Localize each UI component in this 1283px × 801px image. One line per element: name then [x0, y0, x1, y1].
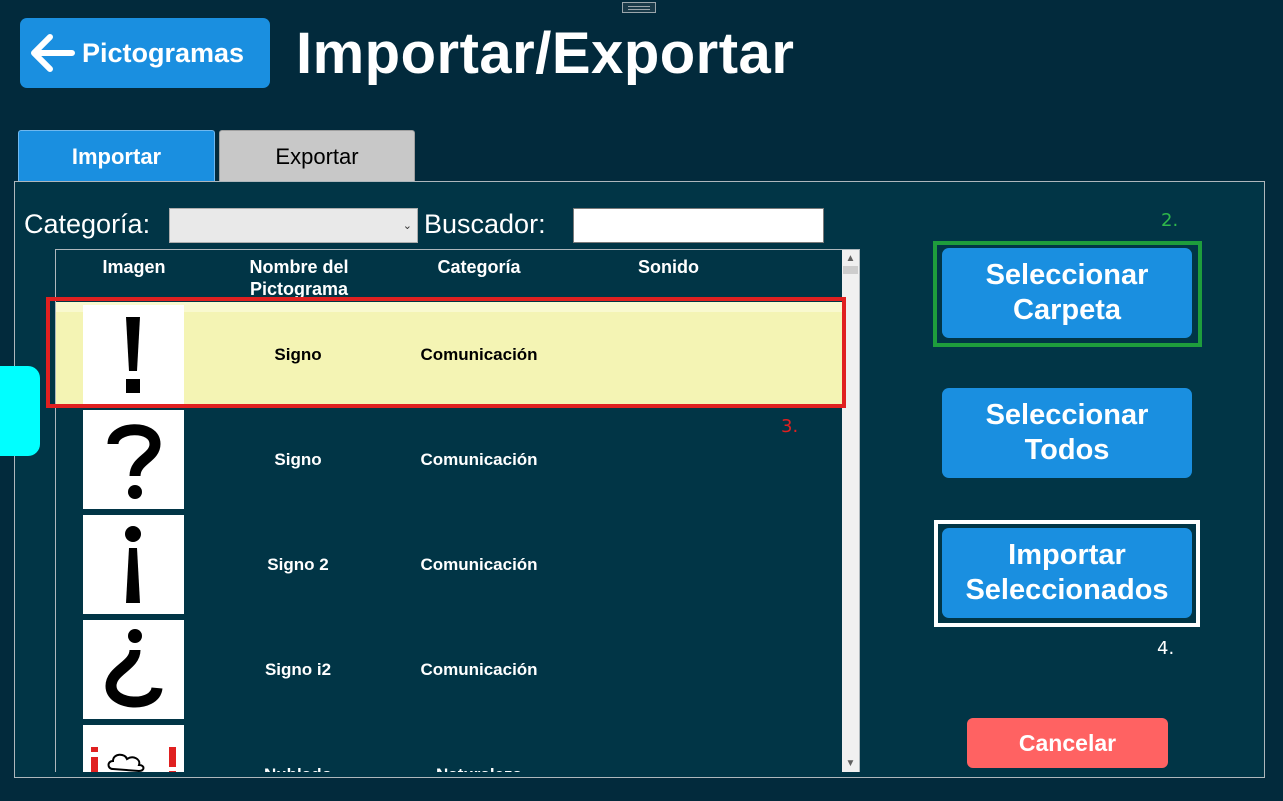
pictogram-thumbnail — [83, 305, 184, 404]
scroll-up-arrow-icon[interactable]: ▲ — [842, 253, 859, 264]
annotation-step-2: 2. — [1161, 210, 1179, 231]
pictogram-grid: Imagen Nombre del Pictograma Categoría S… — [55, 249, 860, 772]
grid-scrollbar[interactable]: ▲ ▼ — [842, 250, 859, 772]
exclamation-icon — [126, 317, 140, 393]
annotation-step-3: 3. — [781, 416, 799, 437]
back-button-label: Pictogramas — [82, 37, 245, 68]
side-drawer-tab[interactable] — [0, 366, 40, 456]
inverted-exclamation-icon — [125, 526, 141, 603]
pictogram-category: Comunicación — [420, 659, 538, 679]
grid-header: Imagen Nombre del Pictograma Categoría S… — [56, 250, 843, 300]
search-label: Buscador: — [424, 209, 546, 239]
column-header-categoria[interactable]: Categoría — [392, 256, 566, 278]
back-to-pictogramas-button[interactable]: Pictogramas — [20, 18, 270, 88]
table-row[interactable]: Signo i2 Comunicación — [56, 617, 843, 722]
tab-exportar[interactable]: Exportar — [219, 130, 415, 182]
arrow-left-icon — [31, 34, 75, 72]
pictogram-category: Comunicación — [420, 449, 538, 469]
pictogram-thumbnail — [83, 515, 184, 614]
table-row[interactable]: Signo 2 Comunicación — [56, 512, 843, 617]
pictogram-name: Signo 2 — [267, 554, 329, 574]
pictogram-category: Naturaleza — [392, 722, 566, 773]
search-input[interactable] — [573, 208, 824, 243]
column-header-sonido[interactable]: Sonido — [596, 256, 741, 278]
cancel-button[interactable]: Cancelar — [967, 718, 1168, 768]
category-label: Categoría: — [24, 209, 151, 239]
table-row[interactable]: Signo Comunicación — [56, 302, 843, 407]
inverted-question-icon — [105, 629, 163, 708]
select-all-button[interactable]: Seleccionar Todos — [942, 388, 1192, 478]
table-row[interactable]: Nublado Naturaleza — [56, 722, 843, 772]
column-header-nombre[interactable]: Nombre del Pictograma — [229, 256, 369, 300]
pictogram-thumbnail — [83, 725, 184, 772]
select-folder-button[interactable]: Seleccionar Carpeta — [942, 248, 1192, 338]
pictogram-thumbnail — [83, 410, 184, 509]
scroll-down-arrow-icon[interactable]: ▼ — [842, 758, 859, 769]
pictogram-category: Comunicación — [420, 344, 538, 364]
category-select[interactable]: ⌄ — [169, 208, 418, 243]
window-resize-grip[interactable] — [622, 2, 656, 13]
import-selected-button[interactable]: Importar Seleccionados — [942, 528, 1192, 618]
chevron-down-icon: ⌄ — [402, 220, 412, 232]
page-title: Importar/Exportar — [296, 21, 795, 86]
pictogram-thumbnail — [83, 620, 184, 719]
pictogram-category: Comunicación — [420, 554, 538, 574]
pictogram-name: Signo i2 — [264, 659, 332, 679]
pictogram-name: Signo — [274, 344, 322, 364]
scroll-thumb[interactable] — [843, 266, 858, 274]
pictogram-name: Signo — [274, 449, 322, 469]
pictogram-name: Nublado — [229, 722, 367, 773]
column-header-imagen[interactable]: Imagen — [84, 256, 184, 278]
cloudy-icon — [91, 747, 176, 772]
question-icon — [107, 424, 161, 499]
annotation-step-4: 4. — [1157, 638, 1175, 659]
tab-importar[interactable]: Importar — [18, 130, 215, 182]
grid-rows: Signo Comunicación Signo Comunicación Si… — [56, 302, 843, 772]
table-row[interactable]: Signo Comunicación — [56, 407, 843, 512]
